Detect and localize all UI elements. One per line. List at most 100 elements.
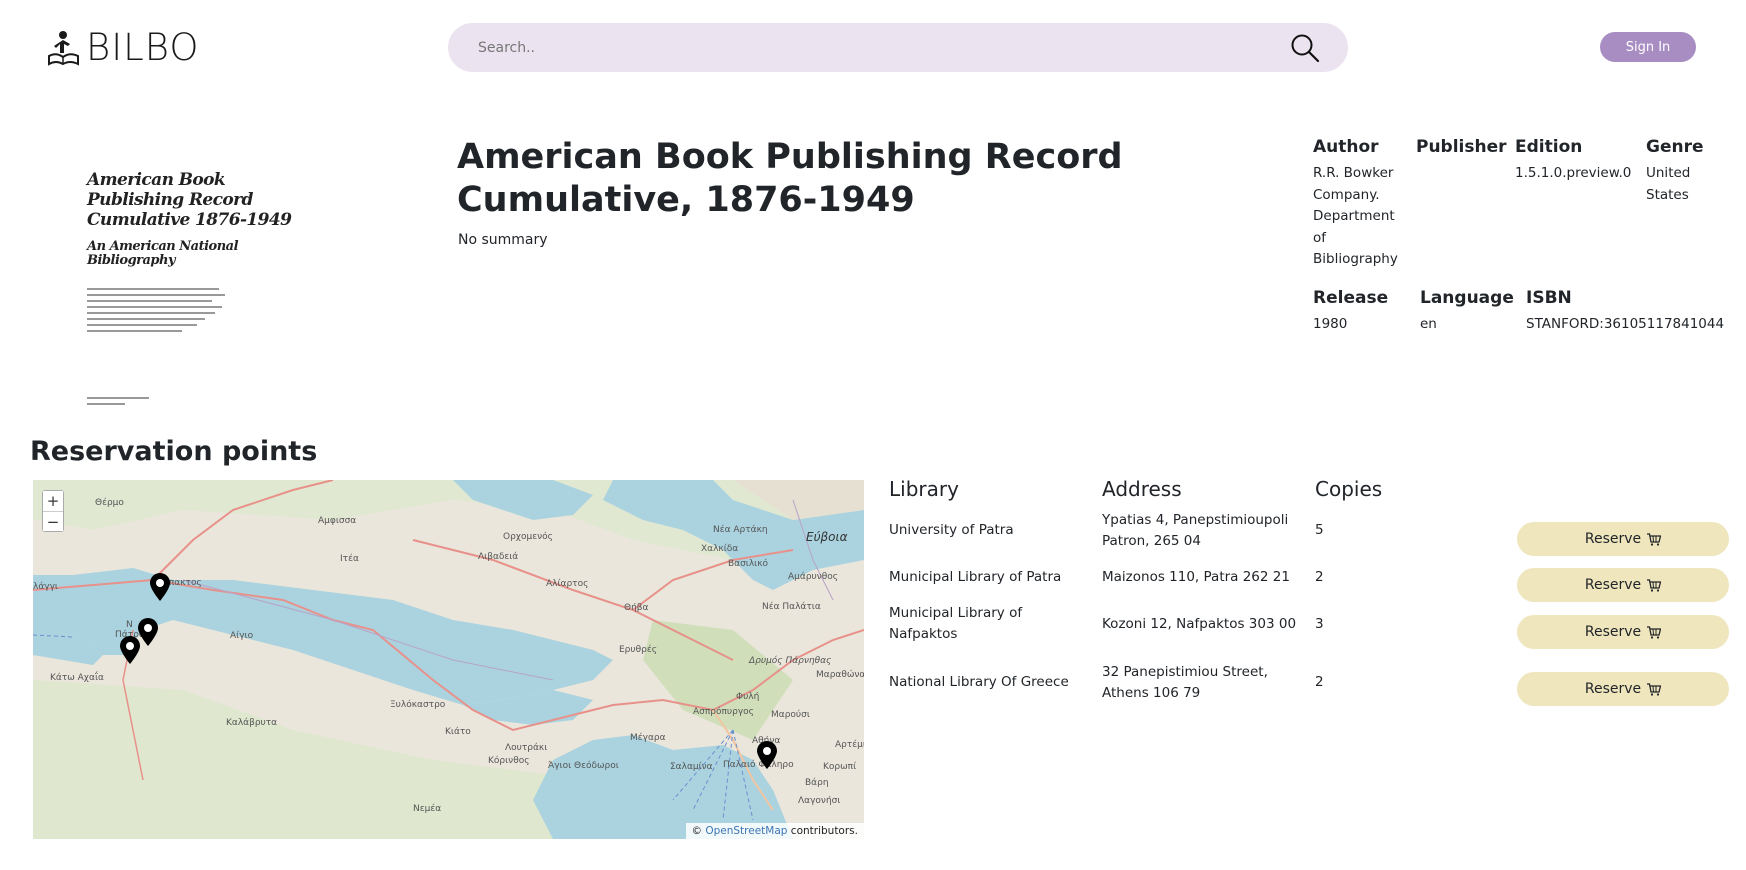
map-label: Λαγονήσι (798, 796, 841, 806)
book-summary: No summary (458, 232, 548, 248)
reserve-label: Reserve (1584, 624, 1642, 640)
map-label: Ασπρόπυργος (693, 707, 754, 717)
language-field: Language en (1420, 287, 1514, 336)
library-address: Maizonos 110, Patra 262 21 (1102, 569, 1290, 585)
reserve-label: Reserve (1584, 681, 1642, 697)
map-label: Δρυμός Πάρνηθας (749, 656, 832, 666)
author-field: Author R.R. Bowker Company. Department o… (1313, 136, 1403, 271)
attribution-suffix: contributors. (790, 825, 858, 837)
cover-publisher (87, 397, 149, 409)
genre-field: Genre United States (1646, 136, 1718, 206)
reserve-label: Reserve (1584, 577, 1642, 593)
reserve-button[interactable]: Reserve (1517, 615, 1729, 649)
book-title: American Book Publishing Record Cumulati… (457, 137, 1123, 220)
reader-logo-icon (48, 30, 80, 66)
map-pin-icon[interactable] (756, 740, 778, 770)
map-label: Αίγιο (230, 631, 254, 641)
address-column-header: Address (1102, 477, 1182, 501)
author-label: Author (1313, 137, 1379, 157)
map-label: λάγγι (33, 582, 58, 592)
map-label: Μέγαρα (630, 733, 666, 743)
copies-count: 2 (1315, 674, 1324, 690)
library-name: University of Patra (889, 522, 1014, 538)
library-address: Ypatias 4, Panepstimioupoli Patron, 265 … (1102, 512, 1289, 549)
openstreetmap-link[interactable]: OpenStreetMap (705, 825, 787, 837)
map-label: Ιτέα (340, 554, 359, 564)
reserve-button[interactable]: Reserve (1517, 672, 1729, 706)
map-label: Μαρούσι (771, 710, 810, 720)
release-field: Release 1980 (1313, 287, 1388, 336)
search-bar (448, 23, 1348, 72)
attribution-prefix: © (691, 825, 703, 837)
logo-text: BILBO (86, 26, 200, 69)
reserve-button[interactable]: Reserve (1517, 568, 1729, 602)
library-name: Municipal Library of Patra (889, 569, 1062, 585)
cover-subtitle: An American National Bibliography (87, 239, 239, 268)
cart-icon (1647, 532, 1662, 546)
map-label: Θέρμο (95, 498, 124, 508)
map-label: Μαραθώνας (816, 670, 864, 680)
cover-text-block (87, 288, 227, 336)
map-label: Ορχομενός (503, 532, 553, 542)
sign-in-button[interactable]: Sign In (1600, 32, 1696, 62)
book-cover: American Book Publishing Record Cumulati… (75, 150, 335, 420)
release-label: Release (1313, 288, 1389, 308)
copies-count: 3 (1315, 616, 1324, 632)
reservation-map[interactable]: + − Θέρμο Αμφισσα Ορχομενός Νέα Αρτάκη Χ… (33, 480, 864, 839)
logo[interactable]: BILBO (48, 28, 199, 68)
map-pin-icon[interactable] (149, 572, 171, 602)
language-label: Language (1420, 288, 1514, 308)
zoom-in-button[interactable]: + (43, 491, 63, 511)
edition-label: Edition (1515, 137, 1583, 157)
map-label: Νεμέα (413, 804, 442, 814)
isbn-value: STANFORD:36105117841044 (1526, 316, 1725, 332)
map-label: Λουτράκι (505, 743, 548, 753)
copies-count: 5 (1315, 522, 1324, 538)
map-attribution: © OpenStreetMap contributors. (685, 823, 864, 839)
map-label: Καλάβρυτα (226, 718, 278, 728)
edition-value: 1.5.1.0.preview.0 (1515, 165, 1632, 181)
map-label: Αμφισσα (318, 516, 357, 526)
library-address: Kozoni 12, Nafpaktos 303 00 (1102, 616, 1297, 632)
cover-title: American Book Publishing Record Cumulati… (87, 170, 292, 230)
map-label: Χαλκίδα (701, 544, 739, 554)
zoom-control: + − (42, 490, 64, 532)
search-input[interactable] (448, 23, 1280, 72)
map-label: Κόρινθος (488, 756, 530, 766)
language-value: en (1420, 316, 1437, 332)
reservation-heading: Reservation points (30, 436, 318, 467)
library-address: 32 Panepistimiou Street, Athens 106 79 (1102, 664, 1268, 701)
isbn-label: ISBN (1526, 288, 1572, 308)
zoom-out-button[interactable]: − (43, 511, 63, 531)
map-pin-icon[interactable] (119, 635, 141, 665)
map-label: Εύβοια (806, 530, 848, 544)
reserve-label: Reserve (1584, 531, 1642, 547)
map-label: Άγιοι Θεόδωροι (548, 761, 619, 771)
map-label: Κορωπί (823, 762, 857, 772)
edition-field: Edition 1.5.1.0.preview.0 (1515, 136, 1631, 185)
isbn-field: ISBN STANFORD:36105117841044 (1526, 287, 1724, 336)
map-label: Ξυλόκαστρο (390, 700, 446, 710)
author-value[interactable]: R.R. Bowker Company. Department of Bibli… (1313, 163, 1401, 271)
publisher-field: Publisher (1416, 136, 1507, 163)
map-label: Φυλή (736, 692, 760, 702)
map-label: Σαλαμίνα (670, 762, 713, 772)
copies-column-header: Copies (1315, 477, 1383, 501)
map-label: Νέα Παλάτια (762, 602, 821, 612)
cart-icon (1647, 578, 1662, 592)
map-label: Θήβα (624, 603, 649, 613)
map-label: Βάρη (805, 778, 829, 788)
map-label: Αλίαρτος (546, 579, 589, 589)
map-label: Ερυθρές (619, 645, 657, 655)
map-label: Ν (126, 620, 133, 630)
copies-count: 2 (1315, 569, 1324, 585)
genre-value[interactable]: United States (1646, 163, 1706, 206)
release-value: 1980 (1313, 316, 1348, 332)
map-label: Κιάτο (445, 727, 471, 737)
library-name: Municipal Library of Nafpaktos (889, 605, 1023, 642)
library-column-header: Library (889, 477, 959, 501)
search-icon[interactable] (1280, 23, 1330, 72)
reserve-button[interactable]: Reserve (1517, 522, 1729, 556)
publisher-label: Publisher (1416, 137, 1507, 157)
map-label: Αμάρυνθος (788, 572, 839, 582)
